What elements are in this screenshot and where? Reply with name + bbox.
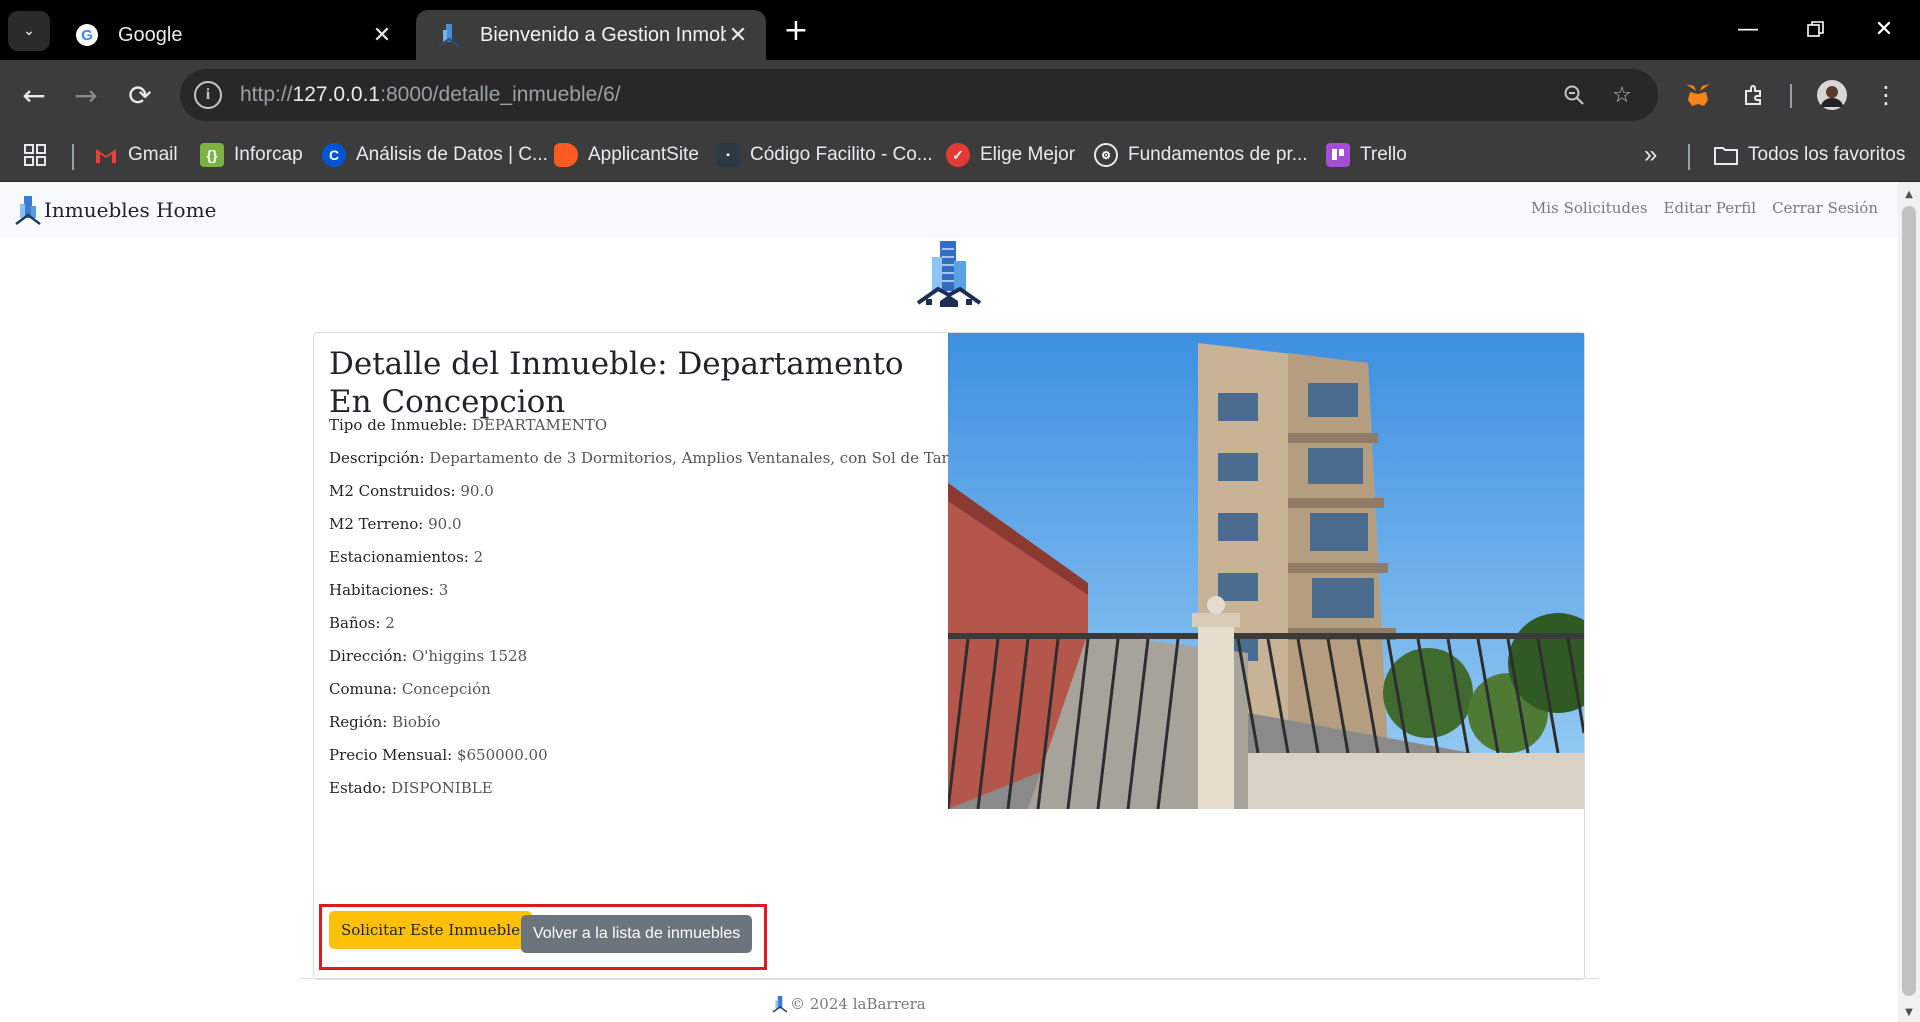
bookmark-fundamentos[interactable]: ⚙ Fundamentos de pr... (1094, 138, 1308, 172)
toolbar-divider (1790, 84, 1792, 108)
tab-gestion-inmobiliaria[interactable]: Bienvenido a Gestion Inmobiliaria ✕ (416, 10, 766, 60)
tab-search-button[interactable]: ⌄ (8, 11, 50, 51)
field-banos: Baños: 2 (329, 614, 395, 632)
building-logo-icon (15, 196, 41, 225)
bookmark-codigo-facilito[interactable]: ▪ Código Facilito - Co... (716, 138, 933, 172)
field-tipo: Tipo de Inmueble: DEPARTAMENTO (329, 416, 608, 434)
google-icon: G (74, 22, 100, 48)
metamask-icon[interactable] (1678, 75, 1718, 115)
field-descripcion: Descripción: Departamento de 3 Dormitori… (329, 449, 968, 467)
zoom-icon[interactable] (1558, 79, 1590, 111)
tab-google[interactable]: G Google ✕ (54, 10, 410, 60)
bookmark-star-icon[interactable]: ☆ (1606, 79, 1638, 111)
applicantsite-icon (554, 143, 578, 167)
svg-text:G: G (81, 27, 93, 44)
extensions-icon[interactable] (1734, 75, 1774, 115)
brand-text: Inmuebles Home (44, 198, 217, 222)
field-m2-terreno: M2 Terreno: 90.0 (329, 515, 462, 533)
bookmark-applicantsite[interactable]: ApplicantSite (554, 138, 699, 172)
footer-text: © 2024 laBarrera (790, 995, 926, 1013)
scrollbar-thumb[interactable] (1902, 206, 1916, 996)
bookmarks-overflow-icon[interactable]: » (1644, 138, 1657, 172)
close-icon[interactable]: ✕ (726, 22, 750, 48)
site-footer: © 2024 laBarrera (772, 994, 926, 1014)
tab-title: Google (118, 23, 183, 46)
close-window-icon[interactable]: ✕ (1850, 0, 1918, 58)
field-direccion: Dirección: O'higgins 1528 (329, 647, 528, 665)
restore-icon[interactable] (1782, 0, 1850, 58)
profile-avatar[interactable] (1812, 75, 1852, 115)
building-logo-icon (772, 996, 788, 1013)
bookmark-gmail[interactable]: Gmail (94, 138, 178, 172)
brand-link[interactable]: Inmuebles Home (14, 194, 216, 226)
field-estacionamientos: Estacionamientos: 2 (329, 548, 484, 566)
property-photo (948, 333, 1584, 809)
building-icon (436, 22, 462, 48)
bookmark-trello[interactable]: Trello (1326, 138, 1407, 172)
site-logo (916, 241, 982, 307)
bookmark-elige-mejor[interactable]: ✓ Elige Mejor (946, 138, 1075, 172)
annotation-highlight-box (319, 904, 767, 970)
property-card: Detalle del Inmueble: Departamento En Co… (313, 332, 1585, 980)
bookmarks-divider (72, 144, 74, 170)
apps-grid-icon[interactable] (24, 138, 46, 172)
fundamentos-icon: ⚙ (1094, 143, 1118, 167)
reload-icon[interactable]: ⟳ (118, 73, 162, 117)
property-details: Detalle del Inmueble: Departamento En Co… (329, 345, 929, 421)
nav-editar-perfil[interactable]: Editar Perfil (1664, 199, 1757, 217)
bookmarks-bar: Gmail {} Inforcap C Análisis de Datos | … (0, 130, 1920, 182)
browser-toolbar: ← → ⟳ i http://127.0.0.1:8000/detalle_in… (0, 60, 1920, 130)
all-bookmarks-folder[interactable]: Todos los favoritos (1714, 138, 1905, 172)
field-region: Región: Biobío (329, 713, 441, 731)
nav-cerrar-sesion[interactable]: Cerrar Sesión (1772, 199, 1878, 217)
new-tab-button[interactable]: + (778, 10, 814, 50)
site-info-icon[interactable]: i (194, 81, 222, 109)
codigofacilito-icon: ▪ (716, 143, 740, 167)
folder-icon (1714, 143, 1738, 167)
kebab-menu-icon[interactable]: ⋮ (1866, 75, 1906, 115)
scroll-down-arrow-icon[interactable]: ▼ (1898, 1002, 1920, 1022)
page-scrollbar[interactable]: ▲ ▼ (1898, 182, 1920, 1022)
back-arrow-icon[interactable]: ← (12, 73, 56, 117)
close-icon[interactable]: ✕ (370, 22, 394, 48)
site-navbar: Inmuebles Home Mis Solicitudes Editar Pe… (0, 182, 1898, 238)
gmail-icon (94, 143, 118, 167)
eligemejor-icon: ✓ (946, 143, 970, 167)
field-habitaciones: Habitaciones: 3 (329, 581, 449, 599)
nav-mis-solicitudes[interactable]: Mis Solicitudes (1531, 199, 1648, 217)
forward-arrow-icon[interactable]: → (64, 73, 108, 117)
inforcap-icon: {} (200, 143, 224, 167)
nav-links: Mis Solicitudes Editar Perfil Cerrar Ses… (1531, 199, 1878, 217)
bookmarks-divider (1688, 144, 1690, 170)
address-bar[interactable]: i http://127.0.0.1:8000/detalle_inmueble… (180, 69, 1658, 121)
chevron-down-icon: ⌄ (23, 23, 35, 39)
page-viewport: Inmuebles Home Mis Solicitudes Editar Pe… (0, 182, 1920, 1022)
page-title: Detalle del Inmueble: Departamento En Co… (329, 346, 904, 420)
tab-strip: ⌄ G Google ✕ Bienvenido a Gestion Inmobi… (0, 0, 1920, 60)
field-precio: Precio Mensual: $650000.00 (329, 746, 548, 764)
scroll-up-arrow-icon[interactable]: ▲ (1898, 184, 1920, 204)
tab-title: Bienvenido a Gestion Inmobiliaria (480, 23, 726, 46)
bookmark-analisis-datos[interactable]: C Análisis de Datos | C... (322, 138, 548, 172)
url-text[interactable]: http://127.0.0.1:8000/detalle_inmueble/6… (240, 83, 621, 107)
field-m2-construidos: M2 Construidos: 90.0 (329, 482, 494, 500)
bookmark-inforcap[interactable]: {} Inforcap (200, 138, 303, 172)
footer-divider (299, 978, 1599, 979)
field-comuna: Comuna: Concepción (329, 680, 491, 698)
trello-icon (1326, 143, 1350, 167)
coursera-icon: C (322, 143, 346, 167)
minimize-icon[interactable]: — (1714, 0, 1782, 58)
field-estado: Estado: DISPONIBLE (329, 779, 493, 797)
